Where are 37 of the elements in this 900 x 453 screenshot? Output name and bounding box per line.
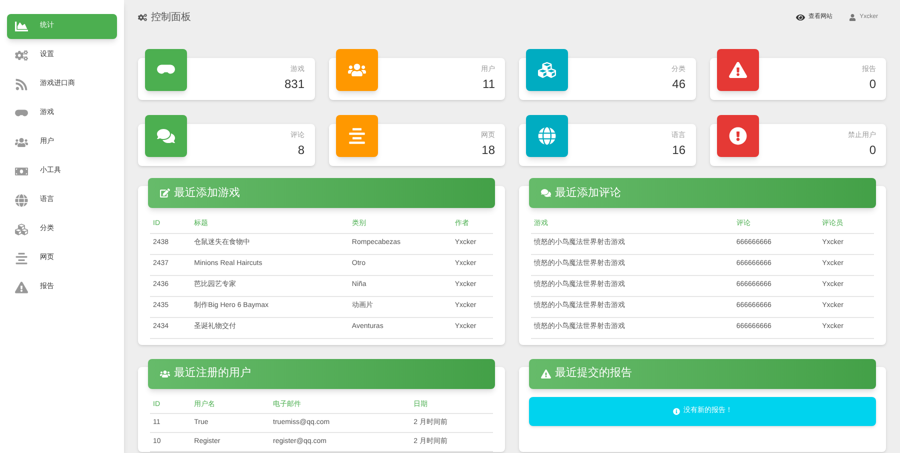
- stat-value: 16: [672, 142, 686, 160]
- settings-icon: [15, 49, 28, 62]
- banknote-icon: [15, 165, 28, 178]
- warning-icon: [15, 281, 28, 294]
- comments-icon: [157, 127, 175, 145]
- warning-icon: [541, 368, 551, 378]
- chart-icon: [15, 20, 28, 33]
- edit-icon: [160, 188, 170, 198]
- stat-value: 18: [482, 142, 495, 160]
- stat-value: 0: [869, 76, 876, 94]
- warning-icon: [728, 61, 746, 79]
- panel-title: 最近注册的用户: [174, 366, 251, 382]
- stat-value: 831: [284, 76, 304, 94]
- rss-icon: [15, 78, 28, 91]
- cubes-icon: [15, 223, 28, 236]
- globe-icon: [538, 127, 556, 145]
- users-icon: [348, 61, 366, 79]
- stat-value: 11: [482, 76, 495, 94]
- stat-value: 0: [869, 142, 876, 160]
- globe-icon: [15, 194, 28, 207]
- lines-icon: [348, 127, 366, 145]
- page-title: 控制面板: [151, 10, 191, 24]
- panel-title: 最近提交的报告: [555, 366, 632, 382]
- stat-value: 8: [298, 142, 304, 160]
- user-icon: [848, 14, 856, 20]
- lines-icon: [15, 252, 28, 265]
- eye-icon: [796, 12, 805, 22]
- panel-title: 最近添加游戏: [174, 186, 240, 201]
- stat-value: 46: [672, 76, 686, 94]
- info-icon: [672, 408, 680, 414]
- users-icon: [160, 368, 170, 378]
- cubes-icon: [538, 61, 556, 79]
- users-icon: [15, 136, 28, 149]
- settings-icon: [138, 12, 147, 22]
- exclamation-icon: [728, 127, 746, 145]
- panel-title: 最近添加评论: [555, 186, 621, 201]
- comments-icon: [541, 188, 551, 198]
